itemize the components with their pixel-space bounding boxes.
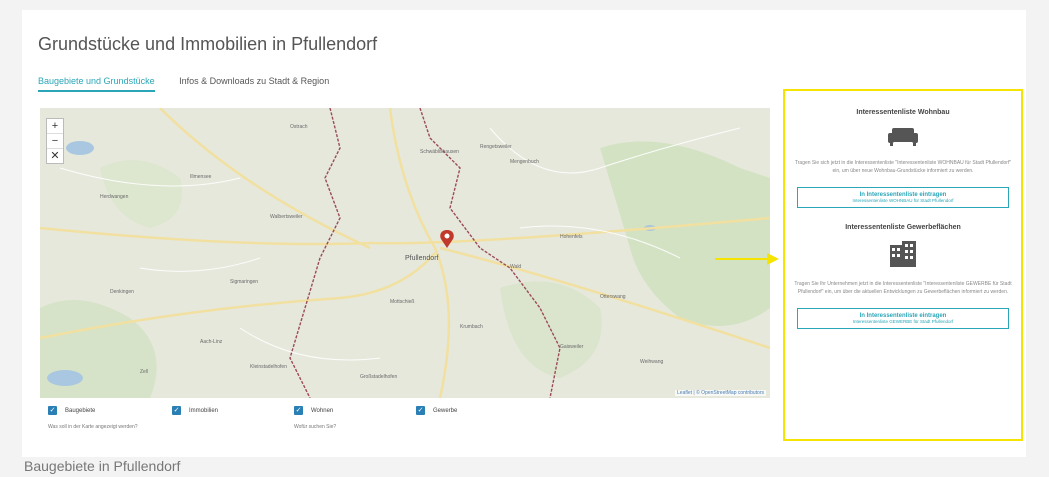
tab-baugebiete[interactable]: Baugebiete und Grundstücke bbox=[38, 76, 155, 92]
filter-label: Gewerbe bbox=[433, 407, 458, 414]
filter-label: Immobilien bbox=[189, 407, 219, 414]
commercial-list-title: Interessentenliste Gewerbeflächen bbox=[845, 224, 961, 231]
map-town-label: Mengenbuch bbox=[510, 159, 539, 165]
map-town-label: Hohenfels bbox=[560, 234, 583, 240]
zoom-in-button[interactable]: + bbox=[47, 119, 63, 134]
map-town-label: Weihwang bbox=[640, 359, 663, 365]
housing-list-description: Tragen Sie sich jetzt in die Interessent… bbox=[794, 160, 1012, 174]
map-town-label: Schwäblishausen bbox=[420, 149, 459, 155]
map-town-label: Kleinstadelhofen bbox=[250, 364, 287, 370]
buildings-icon bbox=[785, 241, 1021, 272]
checkbox-checked-icon[interactable]: ✓ bbox=[172, 406, 181, 415]
map-town-label: Ostrach bbox=[290, 124, 308, 130]
filter-label: Baugebiete bbox=[65, 407, 96, 414]
checkbox-checked-icon[interactable]: ✓ bbox=[294, 406, 303, 415]
map-town-label: Denkingen bbox=[110, 289, 134, 295]
housing-list-title: Interessentenliste Wohnbau bbox=[856, 109, 950, 116]
map-attribution[interactable]: Leaflet | © OpenStreetMap contributors bbox=[675, 390, 766, 396]
filter-hint: Was soll in der Karte angezeigt werden? bbox=[48, 424, 138, 430]
zoom-control: + − ✕ bbox=[46, 118, 64, 164]
map-town-label: Rengetsweiler bbox=[480, 144, 512, 150]
map-town-label: Otterswang bbox=[600, 294, 626, 300]
map-town-label: Gaisweiler bbox=[560, 344, 584, 350]
map-town-label: Wald bbox=[510, 264, 521, 270]
filter-wohnen[interactable]: ✓ Wohnen bbox=[294, 406, 333, 415]
checkbox-checked-icon[interactable]: ✓ bbox=[48, 406, 57, 415]
map-town-label: Großstadelhofen bbox=[360, 374, 397, 380]
map-town-label: Aach-Linz bbox=[200, 339, 223, 345]
filter-gewerbe[interactable]: ✓ Gewerbe bbox=[416, 406, 457, 415]
page-title: Grundstücke und Immobilien in Pfullendor… bbox=[38, 34, 378, 54]
map-view[interactable]: Ostrach Rengetsweiler Mengenbuch Herdwan… bbox=[40, 108, 770, 398]
map-town-label: Zell bbox=[140, 369, 148, 375]
tab-infos-downloads[interactable]: Infos & Downloads zu Stadt & Region bbox=[179, 76, 329, 90]
filter-immobilien[interactable]: ✓ Immobilien bbox=[172, 406, 218, 415]
map-town-label: Sigmaringen bbox=[230, 279, 258, 285]
tab-bar: Baugebiete und Grundstücke Infos & Downl… bbox=[38, 76, 351, 92]
interest-list-panel: Interessentenliste Wohnbau Tragen Sie si… bbox=[783, 89, 1023, 441]
map-town-label: Herdwangen bbox=[100, 194, 129, 200]
arrow-right-icon bbox=[715, 253, 779, 265]
map-town-label: Walbertsweiler bbox=[270, 214, 303, 220]
filter-label: Wohnen bbox=[311, 407, 334, 414]
button-sublabel: Interessentenliste GEWERBE für Stadt Pfu… bbox=[852, 319, 954, 324]
housing-signup-button[interactable]: In Interessentenliste eintragen Interess… bbox=[797, 187, 1009, 208]
zoom-out-button[interactable]: − bbox=[47, 134, 63, 149]
map-town-label: Mottschieß bbox=[390, 299, 414, 305]
map-town-label: Krumbach bbox=[460, 324, 483, 330]
filter-hint: Wofür suchen Sie? bbox=[294, 424, 337, 430]
map-background: Ostrach Rengetsweiler Mengenbuch Herdwan… bbox=[40, 108, 770, 398]
commercial-signup-button[interactable]: In Interessentenliste eintragen Interess… bbox=[797, 308, 1009, 329]
map-town-label: Illmensee bbox=[190, 174, 212, 180]
map-city-label: Pfullendorf bbox=[405, 255, 439, 262]
sofa-icon bbox=[785, 126, 1021, 151]
commercial-list-description: Tragen Sie Ihr Unternehmen jetzt in die … bbox=[794, 281, 1012, 295]
fullscreen-icon[interactable]: ✕ bbox=[47, 149, 63, 163]
button-sublabel: Interessentenliste WOHNBAU für Stadt Pfu… bbox=[852, 198, 954, 203]
section-title: Baugebiete in Pfullendorf bbox=[24, 458, 181, 474]
checkbox-checked-icon[interactable]: ✓ bbox=[416, 406, 425, 415]
filter-baugebiete[interactable]: ✓ Baugebiete bbox=[48, 406, 95, 415]
